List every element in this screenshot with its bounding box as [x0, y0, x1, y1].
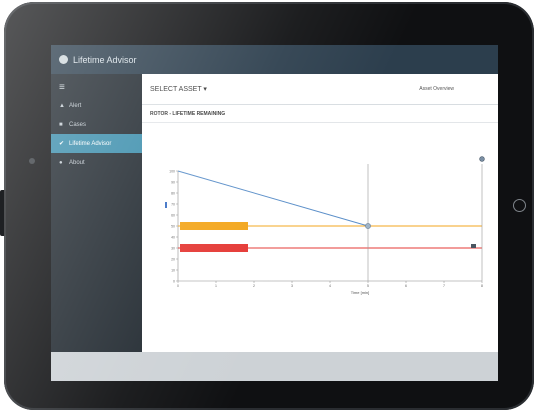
app-screen: Lifetime Advisor ≡ ▲ Alert ■ Cases ✔ Lif… — [51, 45, 498, 381]
asset-overview-link[interactable]: Asset Overview — [419, 86, 454, 92]
sidebar-item-label: About — [69, 159, 85, 166]
x-tick-label: 4 — [329, 284, 331, 288]
y-tick-label: 70 — [171, 202, 175, 206]
panel-title: ROTOR - LIFETIME REMAINING — [142, 105, 498, 123]
select-asset-dropdown[interactable]: SELECT ASSET ▾ — [150, 85, 207, 93]
sidebar-item-about[interactable]: ● About — [51, 153, 142, 172]
y-tick-label: 50 — [171, 224, 175, 228]
tablet-side-button — [0, 190, 6, 236]
x-tick-label: 2 — [253, 284, 255, 288]
title-bar: Lifetime Advisor — [51, 45, 498, 74]
marker-handle-icon — [479, 156, 485, 162]
y-tick-label: 40 — [171, 235, 175, 239]
sidebar-item-label: Lifetime Advisor — [69, 140, 112, 147]
y-tick-label: 60 — [171, 213, 175, 217]
info-icon: ● — [59, 159, 63, 166]
threshold-label-bg — [180, 244, 248, 252]
asset-bar: SELECT ASSET ▾ Asset Overview — [142, 74, 498, 105]
y-tick-label: 0 — [173, 279, 175, 283]
x-tick-label: 0 — [177, 284, 179, 288]
app-logo-icon — [59, 55, 68, 64]
x-axis-label: Time [min] — [351, 290, 370, 295]
x-tick-label: 7 — [443, 284, 445, 288]
sidebar-item-label: Cases — [69, 121, 87, 128]
y-tick-label: 100 — [169, 169, 175, 173]
legend-icon — [471, 244, 476, 248]
x-tick-label: 3 — [291, 284, 293, 288]
chart-icon: ✔ — [59, 141, 65, 147]
series-line — [177, 170, 369, 227]
folder-icon: ■ — [59, 121, 63, 128]
y-tick-label: 80 — [171, 191, 175, 195]
sidebar-item-cases[interactable]: ■ Cases — [51, 115, 142, 134]
app-title: Lifetime Advisor — [73, 54, 137, 65]
series-endpoint-marker — [365, 223, 371, 229]
footer-bar — [51, 352, 498, 381]
y-tick-label: 90 — [171, 180, 175, 184]
sidebar-item-lifetime-advisor[interactable]: ✔ Lifetime Advisor — [51, 134, 142, 153]
sidebar: ≡ ▲ Alert ■ Cases ✔ Lifetime Advisor ● A… — [51, 74, 142, 352]
x-tick-label: 8 — [481, 284, 483, 288]
y-tick-label: 10 — [171, 268, 175, 272]
sidebar-item-label: Alert — [69, 102, 82, 109]
y-tick-label: 20 — [171, 257, 175, 261]
camera-icon — [29, 158, 35, 164]
threshold-label-bg — [180, 222, 248, 230]
person-icon: ▲ — [59, 102, 65, 109]
y-tick-label: 30 — [171, 246, 175, 250]
axis-indicator-icon — [165, 202, 167, 208]
menu-icon[interactable]: ≡ — [59, 80, 142, 96]
main-content: SELECT ASSET ▾ Asset Overview ROTOR - LI… — [142, 74, 498, 352]
x-tick-label: 5 — [367, 284, 369, 288]
x-tick-label: 1 — [215, 284, 217, 288]
home-button[interactable] — [513, 199, 526, 212]
sidebar-item-alert[interactable]: ▲ Alert — [51, 96, 142, 115]
lifetime-chart: 0 10 20 30 40 50 60 70 80 90 100 0 1 2 3 4 5 6 7 8 Time [min… — [165, 156, 485, 295]
x-tick-label: 6 — [405, 284, 407, 288]
